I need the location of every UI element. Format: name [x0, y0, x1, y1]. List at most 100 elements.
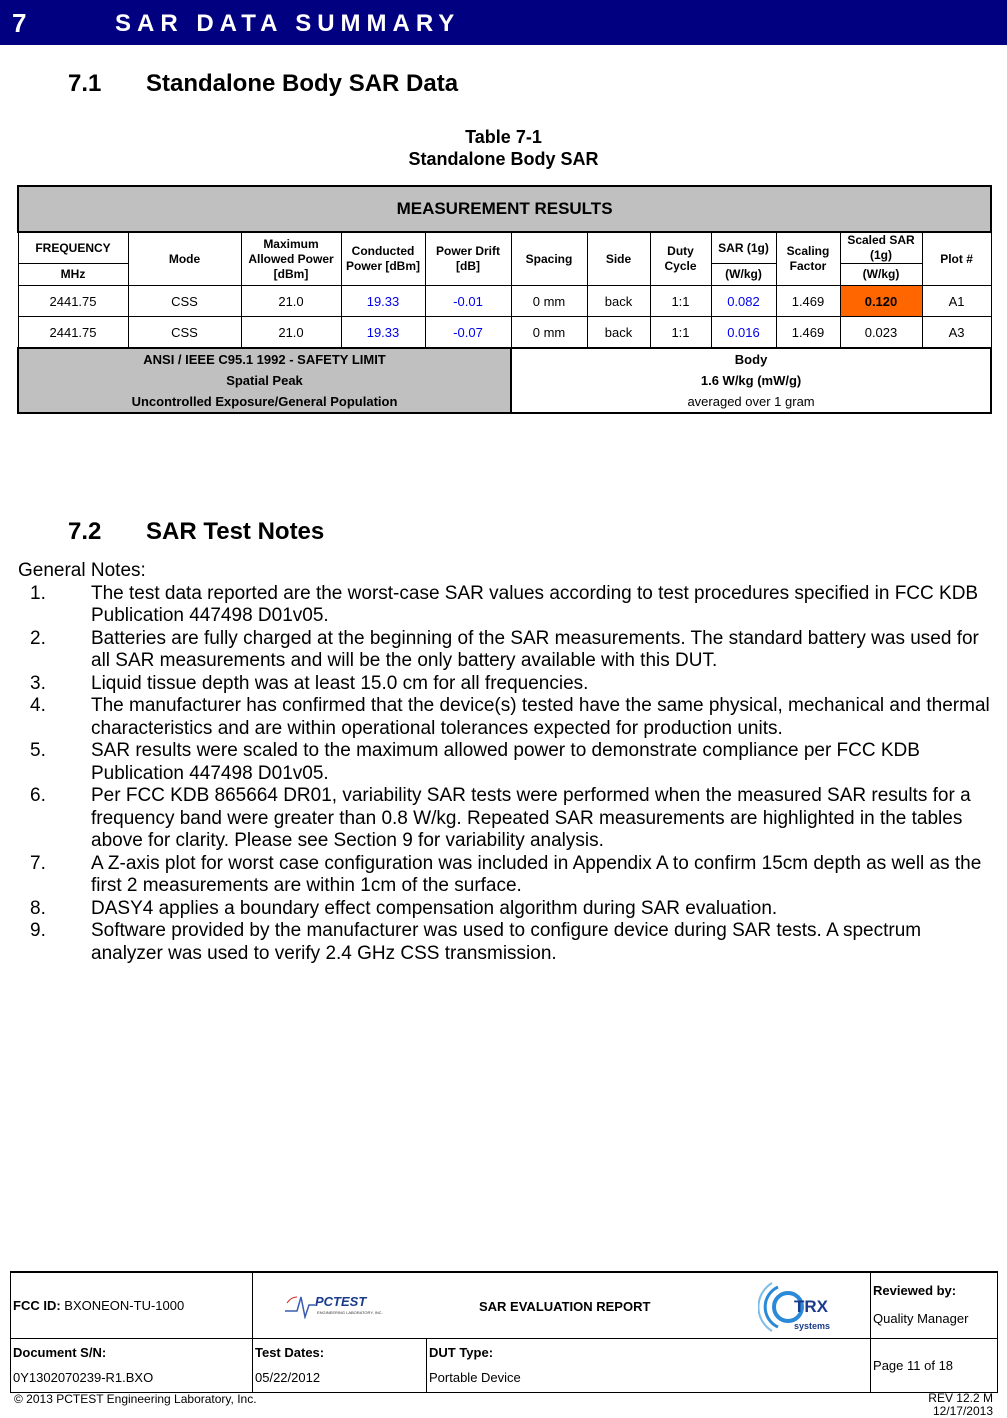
cell-frequency: 2441.75	[17, 316, 129, 349]
cell-scaled-sar: 0.023	[839, 316, 923, 349]
trx-logo-subtext: systems	[794, 1321, 831, 1331]
safety-limit-exposure: Uncontrolled Exposure/General Population	[131, 394, 398, 409]
cell-mode: CSS	[127, 285, 242, 317]
safety-limit-standard: ANSI / IEEE C95.1 1992 - SAFETY LIMIT	[143, 352, 386, 367]
cell-max-power: 21.0	[240, 316, 342, 349]
sar-results-table: MEASUREMENT RESULTS FREQUENCY Mode Maxim…	[16, 185, 993, 414]
note-text: Software provided by the manufacturer wa…	[91, 920, 922, 964]
col-power-drift: Power Drift [dB]	[424, 231, 512, 286]
note-number: 4.	[30, 695, 46, 716]
note-number: 8.	[30, 897, 46, 919]
cell-side: back	[586, 285, 651, 317]
note-item: 3. Liquid tissue depth was at least 15.0 …	[18, 673, 998, 696]
pctest-logo-text: PCTEST	[315, 1294, 367, 1309]
table-row: 2441.75 CSS 21.0 19.33 -0.01 0 mm back 1…	[17, 285, 992, 317]
cell-side: back	[586, 316, 651, 349]
note-number: 9.	[30, 920, 46, 941]
fcc-id-label: FCC ID:	[13, 1297, 61, 1313]
dut-type-cell: DUT Type: Portable Device	[425, 1337, 872, 1393]
fcc-id-value: BXONEON-TU-1000	[64, 1297, 185, 1313]
cell-power-drift: -0.07	[424, 316, 512, 349]
table-caption: Table 7-1 Standalone Body SAR	[0, 126, 1007, 170]
general-notes: General Notes: 1. The test data reported …	[18, 560, 998, 965]
safety-limit-body: Body	[734, 352, 768, 367]
table-title-row: MEASUREMENT RESULTS	[16, 185, 993, 233]
col-duty-cycle: Duty Cycle	[649, 231, 712, 286]
cell-sar: 0.082	[710, 285, 777, 317]
cell-plot: A3	[921, 316, 992, 349]
col-frequency: FREQUENCY	[17, 231, 129, 264]
note-item: 7. A Z-axis plot for worst case configura…	[18, 853, 998, 898]
cell-conducted-power: 19.33	[340, 316, 426, 349]
reviewed-value: Quality Manager	[873, 1311, 969, 1327]
trx-logo: TRX systems	[757, 1279, 838, 1335]
note-item: 1. The test data reported are the worst-c…	[18, 583, 998, 628]
subsection-title: Standalone Body SAR Data	[146, 70, 459, 97]
cell-scaling-factor: 1.469	[775, 285, 841, 317]
note-item: 5. SAR results were scaled to the maximum…	[18, 740, 998, 785]
note-number: 6.	[30, 785, 46, 806]
col-scaled-sar-unit: (W/kg)	[839, 263, 923, 286]
cell-spacing: 0 mm	[510, 285, 588, 317]
col-scaled-sar: Scaled SAR (1g)	[839, 231, 923, 264]
section-banner: 7 SAR DATA SUMMARY	[0, 0, 1007, 45]
col-conducted-power: Conducted Power [dBm]	[340, 231, 426, 286]
table-number: Table 7-1	[465, 127, 542, 147]
cell-sar: 0.016	[710, 316, 777, 349]
notes-list: 1. The test data reported are the worst-c…	[18, 583, 998, 966]
cell-spacing: 0 mm	[510, 316, 588, 349]
safety-limit-averaged: averaged over 1 gram	[687, 394, 815, 409]
fcc-id-cell: FCC ID: BXONEON-TU-1000	[10, 1271, 253, 1339]
note-number: 7.	[30, 852, 46, 874]
section-number: 7	[12, 8, 27, 38]
note-text: A Z-axis plot for worst case configurati…	[91, 852, 982, 897]
note-item: 9. Software provided by the manufacturer …	[18, 920, 998, 965]
reviewed-cell: Reviewed by: Quality Manager	[870, 1271, 999, 1339]
note-text: The manufacturer has confirmed that the …	[91, 695, 990, 739]
notes-heading: General Notes:	[18, 560, 146, 581]
note-text: Per FCC KDB 865664 DR01, variability SAR…	[91, 785, 971, 851]
safety-limit-value: Body 1.6 W/kg (mW/g) averaged over 1 gra…	[509, 347, 993, 414]
note-item: 4. The manufacturer has confirmed that th…	[18, 695, 998, 740]
document-sn-cell: Document S/N: 0Y1302070239-R1.BXO	[10, 1337, 253, 1393]
note-number: 1.	[30, 582, 46, 604]
note-text: DASY4 applies a boundary effect compensa…	[91, 897, 778, 919]
subsection-title: SAR Test Notes	[146, 518, 325, 545]
document-sn-label: Document S/N:	[13, 1345, 107, 1360]
col-spacing: Spacing	[510, 231, 588, 286]
col-scaling-factor: Scaling Factor	[775, 231, 841, 286]
page-footer: FCC ID: BXONEON-TU-1000 PCTEST ENGINEERI…	[10, 1271, 999, 1393]
reviewed-label: Reviewed by:	[873, 1283, 957, 1299]
report-title-cell: PCTEST ENGINEERING LABORATORY, INC. SAR …	[251, 1271, 872, 1339]
note-number: 2.	[30, 627, 46, 649]
test-dates-cell: Test Dates: 05/22/2012	[252, 1337, 427, 1393]
subsection-number: 7.1	[68, 70, 102, 97]
note-text: SAR results were scaled to the maximum a…	[91, 740, 920, 784]
document-sn-value: 0Y1302070239-R1.BXO	[13, 1370, 154, 1385]
cell-scaled-sar-highlighted: 0.120	[839, 285, 923, 317]
col-max-power: Maximum Allowed Power [dBm]	[240, 231, 342, 286]
note-item: 2. Batteries are fully charged at the beg…	[18, 628, 998, 673]
col-sar: SAR (1g)	[710, 231, 777, 264]
safety-limit-label: ANSI / IEEE C95.1 1992 - SAFETY LIMIT Sp…	[17, 347, 512, 414]
section-title: SAR DATA SUMMARY	[115, 10, 461, 37]
trx-logo-text: TRX	[794, 1297, 828, 1316]
cell-duty-cycle: 1:1	[649, 316, 712, 349]
copyright: © 2013 PCTEST Engineering Laboratory, In…	[14, 1392, 257, 1406]
dut-type-value: Portable Device	[429, 1370, 521, 1385]
note-number: 3.	[30, 672, 46, 694]
note-number: 5.	[30, 740, 46, 761]
page-number: Page 11 of 18	[870, 1337, 999, 1393]
col-plot: Plot #	[921, 231, 992, 286]
revision: REV 12.2 M 12/17/2013	[928, 1392, 993, 1418]
cell-scaling-factor: 1.469	[775, 316, 841, 349]
safety-limit-peak: Spatial Peak	[226, 373, 303, 388]
safety-limit-wkg: 1.6 W/kg (mW/g)	[700, 373, 802, 388]
cell-frequency: 2441.75	[17, 285, 129, 317]
test-dates-label: Test Dates:	[255, 1345, 325, 1360]
note-item: 6. Per FCC KDB 865664 DR01, variability S…	[18, 785, 998, 853]
cell-power-drift: -0.01	[424, 285, 512, 317]
col-frequency-unit: MHz	[17, 263, 129, 286]
cell-max-power: 21.0	[240, 285, 342, 317]
pctest-logo-subtext: ENGINEERING LABORATORY, INC.	[317, 1310, 383, 1315]
